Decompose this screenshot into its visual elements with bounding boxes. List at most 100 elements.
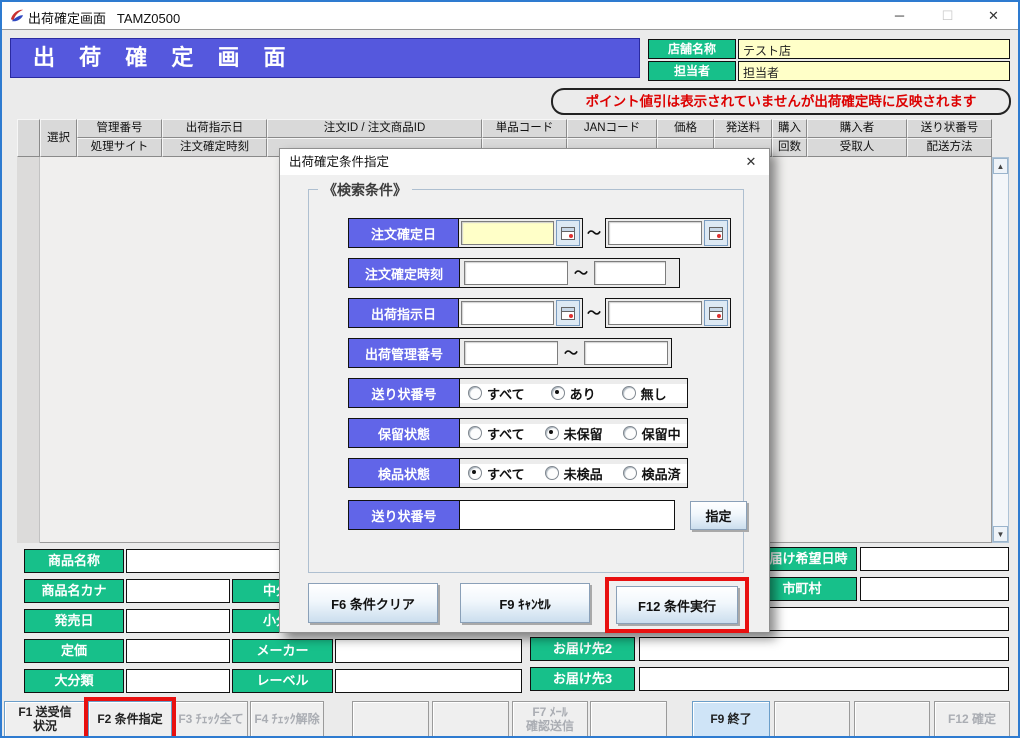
- maker-label: メーカー: [232, 639, 333, 663]
- radio-icon: [545, 466, 559, 480]
- ship-mgmt-no-to-input[interactable]: [584, 341, 668, 365]
- radio-icon: [622, 386, 636, 400]
- ship-instruction-date-to-input[interactable]: [608, 301, 702, 325]
- radio-hold-all[interactable]: すべて: [468, 424, 525, 443]
- grid-vertical-scrollbar[interactable]: ▲ ▼: [992, 157, 1009, 543]
- invoice-no-row: 送り状番号 指定: [348, 500, 747, 530]
- ship-instruction-date-row: 出荷指示日 ～: [348, 298, 731, 328]
- radio-selected-icon: [551, 386, 565, 400]
- f6-clear-condition-button[interactable]: F6 条件クリア: [308, 583, 438, 623]
- product-kana-value[interactable]: [126, 579, 230, 603]
- radio-invoice-all[interactable]: すべて: [468, 384, 525, 403]
- f2-condition-button[interactable]: F2 条件指定: [88, 701, 172, 737]
- desired-delivery-value[interactable]: [860, 547, 1009, 571]
- city-value[interactable]: [860, 577, 1009, 601]
- search-condition-group-title: 《検索条件》: [318, 180, 412, 200]
- product-name-label: 商品名称: [24, 549, 124, 573]
- invoice-no-input[interactable]: [460, 501, 674, 529]
- ship-instruction-date-from-input[interactable]: [461, 301, 554, 325]
- f10-blank-button[interactable]: [774, 701, 850, 737]
- radio-icon: [468, 386, 482, 400]
- calendar-icon: [709, 227, 723, 240]
- staff-value[interactable]: 担当者: [738, 61, 1010, 81]
- calendar-icon: [561, 307, 575, 320]
- radio-hold-holding[interactable]: 保留中: [623, 424, 681, 443]
- hold-state-label: 保留状態: [349, 419, 460, 447]
- calendar-icon: [561, 227, 575, 240]
- radio-invoice-yes[interactable]: あり: [551, 384, 596, 403]
- application-window: 出荷確定画面 TAMZ0500 ─ ☐ ✕ 出 荷 確 定 画 面 店舗名称 テ…: [0, 0, 1020, 738]
- f12-execute-condition-button[interactable]: F12 条件実行: [616, 586, 738, 624]
- column-header-mgmt-no: 管理番号処理サイト: [77, 119, 162, 157]
- large-category-label: 大分類: [24, 669, 124, 693]
- ship-mgmt-no-row: 出荷管理番号 ～: [348, 338, 672, 368]
- calendar-button[interactable]: [556, 220, 580, 246]
- order-confirm-date-label: 注文確定日: [349, 219, 459, 247]
- order-confirm-date-from-input[interactable]: [461, 221, 554, 245]
- staff-label: 担当者: [648, 61, 736, 81]
- order-confirm-time-from-input[interactable]: [464, 261, 568, 285]
- close-icon[interactable]: ✕: [971, 2, 1016, 29]
- radio-inspect-done[interactable]: 検品済: [623, 464, 681, 483]
- maximize-icon[interactable]: ☐: [925, 2, 970, 29]
- radio-selected-icon: [468, 466, 482, 480]
- app-icon: [9, 8, 24, 28]
- radio-icon: [623, 466, 637, 480]
- search-condition-dialog: 出荷確定条件指定 ✕ 《検索条件》 注文確定日 ～ 注文確定時刻 ～: [279, 148, 770, 633]
- product-kana-label: 商品名カナ: [24, 579, 124, 603]
- calendar-button[interactable]: [704, 220, 728, 246]
- delivery-address3-value[interactable]: [639, 667, 1009, 691]
- dialog-close-icon[interactable]: ✕: [741, 153, 761, 171]
- window-title: 出荷確定画面 TAMZ0500: [28, 8, 180, 27]
- f7-mail-confirm-button[interactable]: F7 ﾒｰﾙ 確認送信: [512, 701, 588, 737]
- release-date-value[interactable]: [126, 609, 230, 633]
- delivery-address3-label: お届け先3: [530, 667, 635, 691]
- maker-value[interactable]: [335, 639, 522, 663]
- point-discount-warning: ポイント値引は表示されていませんが出荷確定時に反映されます: [551, 88, 1011, 115]
- f9-cancel-button[interactable]: F9 ｷｬﾝｾﾙ: [460, 583, 590, 623]
- f12-confirm-button[interactable]: F12 確定: [934, 701, 1010, 737]
- list-price-value[interactable]: [126, 639, 230, 663]
- hold-state-row: 保留状態 すべて 未保留 保留中: [348, 418, 688, 448]
- f4-uncheck-button[interactable]: F4 ﾁｪｯｸ解除: [250, 701, 324, 737]
- radio-hold-not[interactable]: 未保留: [545, 424, 603, 443]
- column-header-select: 選択: [40, 119, 77, 157]
- invoice-no-label: 送り状番号: [349, 501, 460, 529]
- ship-mgmt-no-from-input[interactable]: [464, 341, 558, 365]
- delivery-address2-label: お届け先2: [530, 637, 635, 661]
- scroll-down-icon[interactable]: ▼: [993, 526, 1008, 542]
- radio-inspect-not[interactable]: 未検品: [545, 464, 603, 483]
- order-confirm-time-to-input[interactable]: [594, 261, 666, 285]
- f5-blank-button[interactable]: [352, 701, 429, 737]
- scroll-up-icon[interactable]: ▲: [993, 158, 1008, 174]
- label-name-value[interactable]: [335, 669, 522, 693]
- radio-selected-icon: [545, 426, 559, 440]
- radio-inspect-all[interactable]: すべて: [468, 464, 525, 483]
- radio-icon: [468, 426, 482, 440]
- f3-check-all-button[interactable]: F3 ﾁｪｯｸ全て: [174, 701, 248, 737]
- order-confirm-time-row: 注文確定時刻 ～: [348, 258, 680, 288]
- calendar-button[interactable]: [704, 300, 728, 326]
- column-header-invoice-no: 送り状番号配送方法: [907, 119, 992, 157]
- minimize-icon[interactable]: ─: [877, 2, 922, 29]
- invoice-no-specify-button[interactable]: 指定: [690, 501, 747, 530]
- store-name-value[interactable]: テスト店: [738, 39, 1010, 59]
- large-category-value[interactable]: [126, 669, 230, 693]
- grid-corner-cell: [17, 119, 40, 157]
- invoice-state-row: 送り状番号 すべて あり 無し: [348, 378, 688, 408]
- f6-blank-button[interactable]: [432, 701, 509, 737]
- f1-send-receive-button[interactable]: F1 送受信 状況: [4, 701, 86, 737]
- ship-instruction-date-label: 出荷指示日: [349, 299, 459, 327]
- calendar-button[interactable]: [556, 300, 580, 326]
- f8-blank-button[interactable]: [590, 701, 667, 737]
- f11-blank-button[interactable]: [854, 701, 930, 737]
- delivery-address2-value[interactable]: [639, 637, 1009, 661]
- inspect-state-row: 検品状態 すべて 未検品 検品済: [348, 458, 688, 488]
- dialog-title: 出荷確定条件指定: [280, 149, 769, 175]
- radio-invoice-no[interactable]: 無し: [622, 384, 667, 403]
- list-price-label: 定価: [24, 639, 124, 663]
- order-confirm-date-to-input[interactable]: [608, 221, 702, 245]
- range-tilde: ～: [587, 218, 601, 248]
- invoice-state-label: 送り状番号: [349, 379, 460, 407]
- f9-exit-button[interactable]: F9 終了: [692, 701, 770, 737]
